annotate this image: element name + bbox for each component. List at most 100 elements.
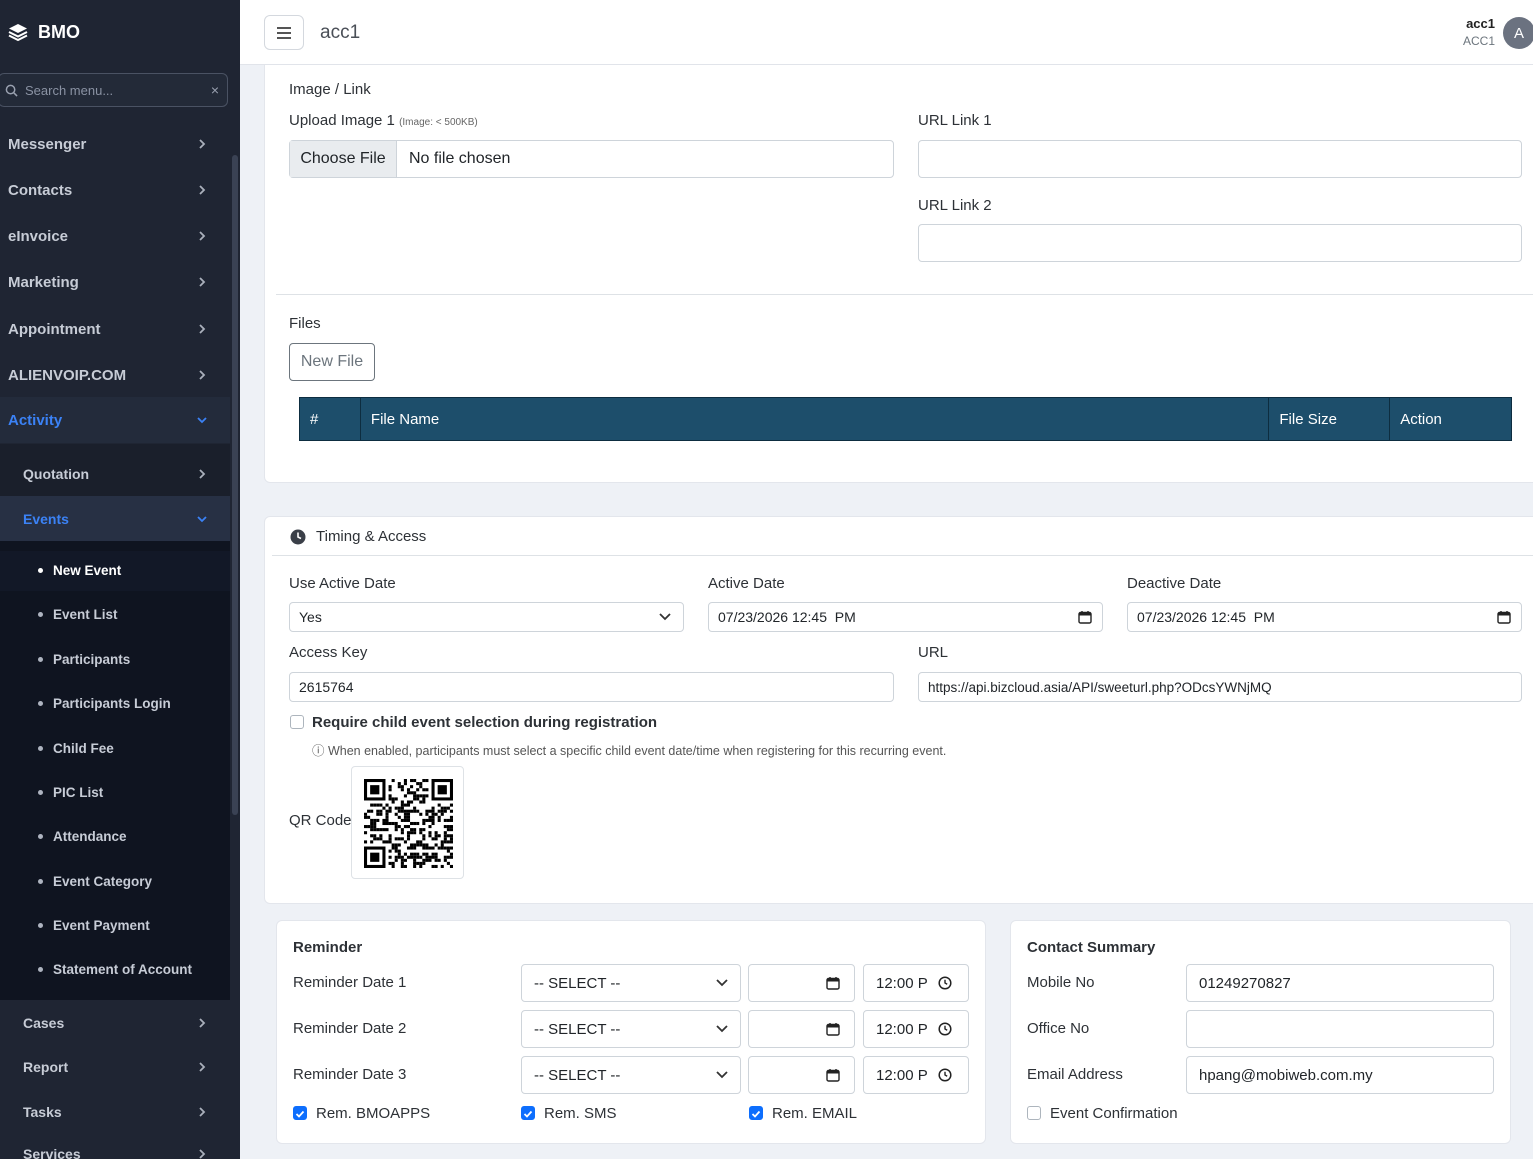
- sidebar-item-child-fee[interactable]: Child Fee: [38, 741, 114, 756]
- office-input[interactable]: [1186, 1010, 1494, 1048]
- chevron-down-icon: [716, 1071, 728, 1079]
- mobile-input[interactable]: 01249270827: [1186, 964, 1494, 1002]
- search-menu-input[interactable]: Search menu... ×: [0, 73, 228, 107]
- col-index[interactable]: #: [300, 398, 361, 440]
- new-file-button[interactable]: New File: [289, 343, 375, 381]
- qr-code-icon: [364, 779, 453, 868]
- avatar[interactable]: A: [1503, 17, 1533, 49]
- chevron-down-icon: [197, 516, 207, 523]
- active-date-label: Active Date: [708, 575, 785, 592]
- reminder-select-1[interactable]: -- SELECT --: [521, 964, 741, 1002]
- sidebar-item-participants-login[interactable]: Participants Login: [38, 696, 171, 711]
- col-action[interactable]: Action: [1390, 398, 1511, 440]
- section-image-link: Image / Link: [289, 81, 371, 98]
- sidebar-item-pic-list[interactable]: PIC List: [38, 785, 103, 800]
- reminder-time-2[interactable]: 12:00 P: [863, 1010, 969, 1048]
- url-input[interactable]: https://api.bizcloud.asia/API/sweeturl.p…: [918, 672, 1522, 702]
- calendar-icon[interactable]: [826, 976, 840, 990]
- sidebar-item-tasks[interactable]: Tasks: [0, 1098, 230, 1126]
- col-file-size[interactable]: File Size: [1269, 398, 1391, 440]
- qr-code-label: QR Code: [289, 812, 352, 829]
- url2-input[interactable]: [918, 224, 1522, 262]
- chevron-down-icon: [659, 613, 671, 621]
- sidebar-item-label: Report: [23, 1059, 69, 1075]
- sidebar-scrollbar-thumb[interactable]: [232, 155, 238, 815]
- menu-toggle-button[interactable]: [264, 15, 304, 50]
- calendar-icon[interactable]: [1078, 610, 1092, 624]
- col-file-name[interactable]: File Name: [361, 398, 1270, 440]
- bullet-icon: [38, 879, 43, 884]
- reminder-select-value: -- SELECT --: [534, 974, 621, 992]
- bullet-icon: [38, 657, 43, 662]
- reminder-select-3[interactable]: -- SELECT --: [521, 1056, 741, 1094]
- bullet-icon: [38, 746, 43, 751]
- url1-label: URL Link 1: [918, 112, 992, 129]
- check-icon: [295, 1110, 305, 1118]
- sidebar-item-event-category[interactable]: Event Category: [38, 874, 152, 889]
- clock-icon[interactable]: [938, 1022, 952, 1036]
- brand[interactable]: BMO: [0, 0, 240, 64]
- sidebar-item-marketing[interactable]: Marketing: [0, 268, 230, 296]
- sidebar-item-attendance[interactable]: Attendance: [38, 829, 127, 844]
- calendar-icon[interactable]: [1497, 610, 1511, 624]
- reminder-time-1[interactable]: 12:00 P: [863, 964, 969, 1002]
- reminder-date-3[interactable]: [748, 1056, 855, 1094]
- no-file-text: No file chosen: [409, 150, 511, 167]
- sidebar-item-statement[interactable]: Statement of Account: [38, 962, 192, 977]
- calendar-icon[interactable]: [826, 1022, 840, 1036]
- sidebar-item-label: Participants Login: [53, 696, 171, 711]
- sidebar-item-quotation[interactable]: Quotation: [0, 460, 230, 488]
- search-placeholder: Search menu...: [25, 82, 114, 98]
- sidebar-item-einvoice[interactable]: eInvoice: [0, 222, 230, 250]
- rem-sms-checkbox[interactable]: [521, 1106, 535, 1120]
- rem-sms-label: Rem. SMS: [544, 1105, 617, 1122]
- require-child-label: Require child event selection during reg…: [312, 714, 658, 731]
- files-table-header: # File Name File Size Action: [299, 397, 1512, 441]
- clock-icon[interactable]: [938, 976, 952, 990]
- user-info[interactable]: acc1 ACC1: [1463, 16, 1495, 48]
- sidebar-item-services[interactable]: Services: [0, 1140, 230, 1159]
- event-confirmation-checkbox[interactable]: [1027, 1106, 1041, 1120]
- url2-label: URL Link 2: [918, 197, 992, 214]
- sidebar-item-messenger[interactable]: Messenger: [0, 130, 230, 158]
- sidebar-item-report[interactable]: Report: [0, 1053, 230, 1081]
- divider: [272, 555, 1533, 556]
- chevron-down-icon: [197, 417, 207, 424]
- page-title: acc1: [320, 22, 361, 43]
- sidebar-item-event-list[interactable]: Event List: [38, 607, 118, 622]
- calendar-icon[interactable]: [826, 1068, 840, 1082]
- rem-bmoapps-checkbox[interactable]: [293, 1106, 307, 1120]
- reminder-select-2[interactable]: -- SELECT --: [521, 1010, 741, 1048]
- reminder-date-2[interactable]: [748, 1010, 855, 1048]
- rem-email-checkbox[interactable]: [749, 1106, 763, 1120]
- clock-icon[interactable]: [938, 1068, 952, 1082]
- clear-search-icon[interactable]: ×: [211, 82, 219, 98]
- choose-file-button[interactable]: Choose File: [290, 141, 397, 177]
- sidebar-item-label: Contacts: [8, 181, 73, 199]
- sidebar-item-alienvoip[interactable]: ALIENVOIP.COM: [0, 361, 230, 389]
- require-child-checkbox[interactable]: [290, 715, 304, 729]
- sidebar-item-appointment[interactable]: Appointment: [0, 315, 230, 343]
- sidebar-item-event-payment[interactable]: Event Payment: [38, 918, 150, 933]
- url1-input[interactable]: [918, 140, 1522, 178]
- active-date-input[interactable]: 07/23/2026 12:45 PM: [708, 602, 1103, 632]
- rem-email-label: Rem. EMAIL: [772, 1105, 858, 1122]
- sidebar-item-events[interactable]: Events: [0, 505, 230, 533]
- email-input[interactable]: hpang@mobiweb.com.my: [1186, 1056, 1494, 1094]
- file-upload-input[interactable]: Choose File No file chosen: [289, 140, 894, 178]
- reminder-date-1[interactable]: [748, 964, 855, 1002]
- sidebar-item-new-event[interactable]: New Event: [38, 563, 121, 578]
- search-icon: [5, 84, 18, 97]
- sidebar-item-label: Appointment: [8, 320, 101, 338]
- qr-code-image: [351, 766, 464, 879]
- mobile-label: Mobile No: [1027, 974, 1095, 991]
- access-key-input[interactable]: 2615764: [289, 672, 894, 702]
- sidebar-item-cases[interactable]: Cases: [0, 1009, 230, 1037]
- sidebar-item-label: Events: [23, 511, 69, 527]
- sidebar-item-participants[interactable]: Participants: [38, 652, 130, 667]
- sidebar-item-contacts[interactable]: Contacts: [0, 176, 230, 204]
- reminder-time-3[interactable]: 12:00 P: [863, 1056, 969, 1094]
- sidebar-item-activity[interactable]: Activity: [0, 397, 230, 443]
- deactive-date-input[interactable]: 07/23/2026 12:45 PM: [1127, 602, 1522, 632]
- use-active-select[interactable]: Yes: [289, 602, 684, 632]
